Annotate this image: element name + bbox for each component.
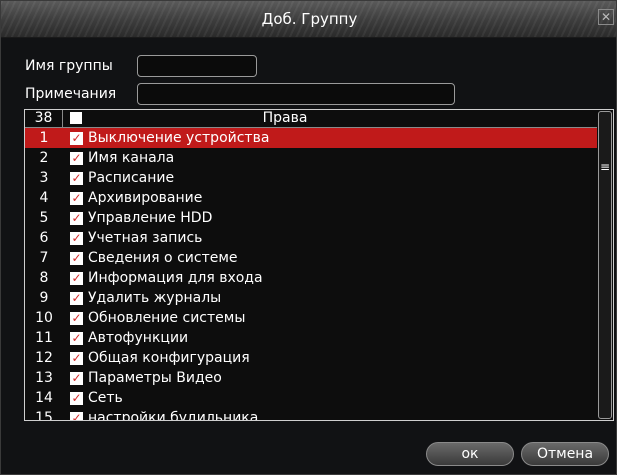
- rights-count: 38: [25, 110, 63, 127]
- list-item-label: Архивирование: [88, 190, 203, 206]
- permission-checkbox[interactable]: ✓: [70, 272, 83, 285]
- list-item-number: 1: [39, 130, 49, 146]
- list-item-label: Параметры Видео: [88, 370, 222, 386]
- list-item[interactable]: 10 ✓ Обновление системы: [25, 308, 597, 328]
- permission-checkbox[interactable]: ✓: [70, 292, 83, 305]
- list-item[interactable]: 8 ✓ Информация для входа: [25, 268, 597, 288]
- list-item[interactable]: 9 ✓ Удалить журналы: [25, 288, 597, 308]
- list-item-number: 9: [39, 290, 49, 306]
- list-item-number: 13: [35, 370, 53, 386]
- permission-checkbox[interactable]: ✓: [70, 352, 83, 365]
- list-item-label: Автофункции: [88, 330, 189, 346]
- permission-checkbox[interactable]: ✓: [70, 252, 83, 265]
- list-item[interactable]: 6 ✓ Учетная запись: [25, 228, 597, 248]
- list-item-label: Управление HDD: [88, 210, 213, 226]
- list-item-number: 10: [35, 310, 53, 326]
- list-item-label: Учетная запись: [88, 230, 203, 246]
- list-item-label: Общая конфигурация: [88, 350, 250, 366]
- list-item-number: 6: [39, 230, 49, 246]
- permission-checkbox[interactable]: ✓: [70, 332, 83, 345]
- permission-checkbox[interactable]: ✓: [70, 372, 83, 385]
- list-item[interactable]: 13 ✓ Параметры Видео: [25, 368, 597, 388]
- list-item-number: 4: [39, 190, 49, 206]
- list-item[interactable]: 7 ✓ Сведения о системе: [25, 248, 597, 268]
- list-item-number: 3: [39, 170, 49, 186]
- list-item-number: 7: [39, 250, 49, 266]
- select-all-checkbox[interactable]: [70, 112, 82, 124]
- rights-list-header: 38 Права: [25, 110, 597, 128]
- list-item[interactable]: 4 ✓ Архивирование: [25, 188, 597, 208]
- list-item-label: Имя канала: [88, 150, 175, 166]
- list-item-number: 5: [39, 210, 49, 226]
- list-item-label: Обновление системы: [88, 310, 246, 326]
- rights-list: 38 Права 1 ✓ Выключение устройства 2 ✓ Имя ка…: [24, 109, 614, 421]
- list-item[interactable]: 12 ✓ Общая конфигурация: [25, 348, 597, 368]
- permission-checkbox[interactable]: ✓: [70, 192, 83, 205]
- list-item[interactable]: 11 ✓ Автофункции: [25, 328, 597, 348]
- list-item-label: Расписание: [88, 170, 175, 186]
- list-item-label: Удалить журналы: [88, 290, 222, 306]
- list-item[interactable]: 1 ✓ Выключение устройства: [25, 128, 597, 148]
- permission-checkbox[interactable]: ✓: [70, 132, 83, 145]
- list-item[interactable]: 14 ✓ Сеть: [25, 388, 597, 408]
- list-item-number: 11: [35, 330, 53, 346]
- title-bar[interactable]: Доб. Группу ✕: [1, 1, 616, 38]
- list-item-number: 12: [35, 350, 53, 366]
- group-name-input[interactable]: [137, 55, 257, 77]
- close-icon[interactable]: ✕: [598, 9, 614, 25]
- list-item[interactable]: 2 ✓ Имя канала: [25, 148, 597, 168]
- add-group-dialog: Доб. Группу ✕ Имя группы Примечания 38 П…: [0, 0, 617, 475]
- list-item[interactable]: 3 ✓ Расписание: [25, 168, 597, 188]
- list-item-number: 8: [39, 270, 49, 286]
- scroll-thumb[interactable]: ≡: [600, 152, 610, 182]
- list-item[interactable]: 5 ✓ Управление HDD: [25, 208, 597, 228]
- list-item[interactable]: 15 ✓ настройки будильника: [25, 408, 597, 421]
- notes-input[interactable]: [137, 83, 455, 105]
- ok-button[interactable]: ок: [426, 442, 514, 466]
- list-item-label: Выключение устройства: [88, 130, 270, 146]
- list-item-number: 14: [35, 390, 53, 406]
- rights-column-header: Права: [262, 110, 308, 126]
- list-item-label: Сеть: [88, 390, 123, 406]
- permission-checkbox[interactable]: ✓: [70, 212, 83, 225]
- list-item-label: настройки будильника: [88, 410, 259, 421]
- cancel-button[interactable]: Отмена: [521, 442, 609, 466]
- permission-checkbox[interactable]: ✓: [70, 392, 83, 405]
- permission-checkbox[interactable]: ✓: [70, 172, 83, 185]
- list-item-label: Информация для входа: [88, 270, 263, 286]
- dialog-title: Доб. Группу: [261, 10, 358, 28]
- group-name-label: Имя группы: [25, 58, 113, 74]
- button-bar: ок Отмена: [1, 421, 616, 474]
- list-item-number: 15: [35, 410, 53, 421]
- scrollbar[interactable]: ≡: [598, 111, 612, 419]
- permission-checkbox[interactable]: ✓: [70, 152, 83, 165]
- list-item-label: Сведения о системе: [88, 250, 238, 266]
- notes-label: Примечания: [25, 86, 117, 102]
- permission-checkbox[interactable]: ✓: [70, 412, 83, 420]
- list-item-number: 2: [39, 150, 49, 166]
- permission-checkbox[interactable]: ✓: [70, 312, 83, 325]
- permission-checkbox[interactable]: ✓: [70, 232, 83, 245]
